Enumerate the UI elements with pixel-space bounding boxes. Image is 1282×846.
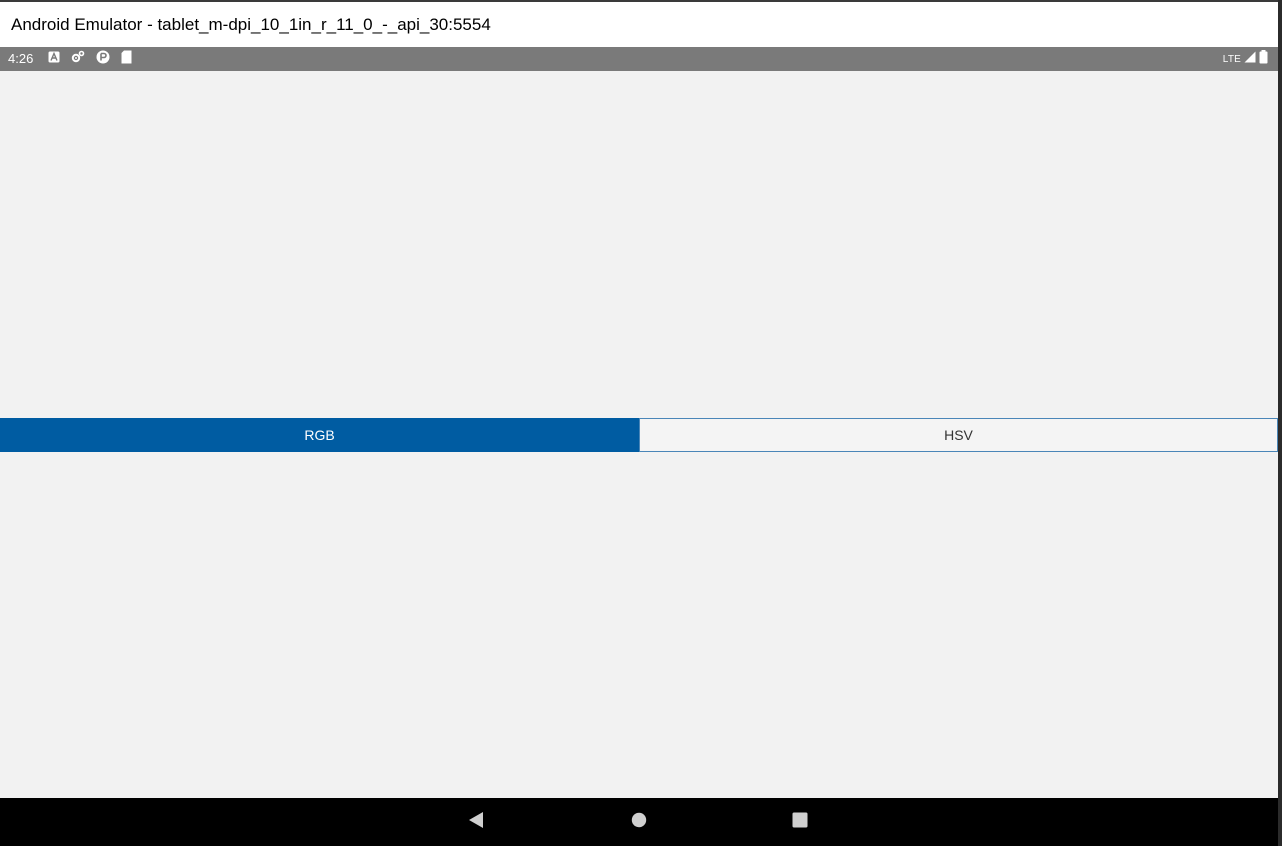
back-button[interactable] (452, 798, 500, 846)
play-protect-icon (96, 50, 110, 69)
status-time: 4:26 (8, 51, 34, 66)
window-titlebar: Android Emulator - tablet_m-dpi_10_1in_r… (0, 0, 1278, 47)
android-navigation-bar (0, 798, 1282, 846)
battery-icon (1259, 49, 1268, 69)
color-mode-segmented-control: RGB HSV (0, 418, 1278, 452)
android-status-bar: 4:26 LTE (0, 47, 1278, 71)
segment-hsv[interactable]: HSV (639, 418, 1278, 452)
status-system-icons: LTE (1222, 49, 1268, 69)
sd-card-icon (121, 50, 132, 69)
settings-gear-icon (71, 50, 85, 68)
emulator-window: Android Emulator - tablet_m-dpi_10_1in_r… (0, 0, 1282, 846)
home-icon (631, 812, 647, 833)
segment-rgb[interactable]: RGB (0, 418, 639, 452)
back-icon (468, 811, 484, 834)
network-type-label: LTE (1222, 53, 1241, 65)
window-right-edge (1278, 0, 1282, 846)
signal-icon (1244, 50, 1256, 68)
segment-hsv-label: HSV (944, 427, 973, 443)
notification-a-icon (48, 50, 60, 68)
home-button[interactable] (615, 798, 663, 846)
window-title: Android Emulator - tablet_m-dpi_10_1in_r… (11, 15, 491, 34)
app-content: RGB HSV (0, 71, 1278, 798)
recents-icon (792, 812, 808, 833)
recents-button[interactable] (776, 798, 824, 846)
segment-rgb-label: RGB (304, 427, 335, 443)
status-notification-icons (48, 50, 132, 69)
